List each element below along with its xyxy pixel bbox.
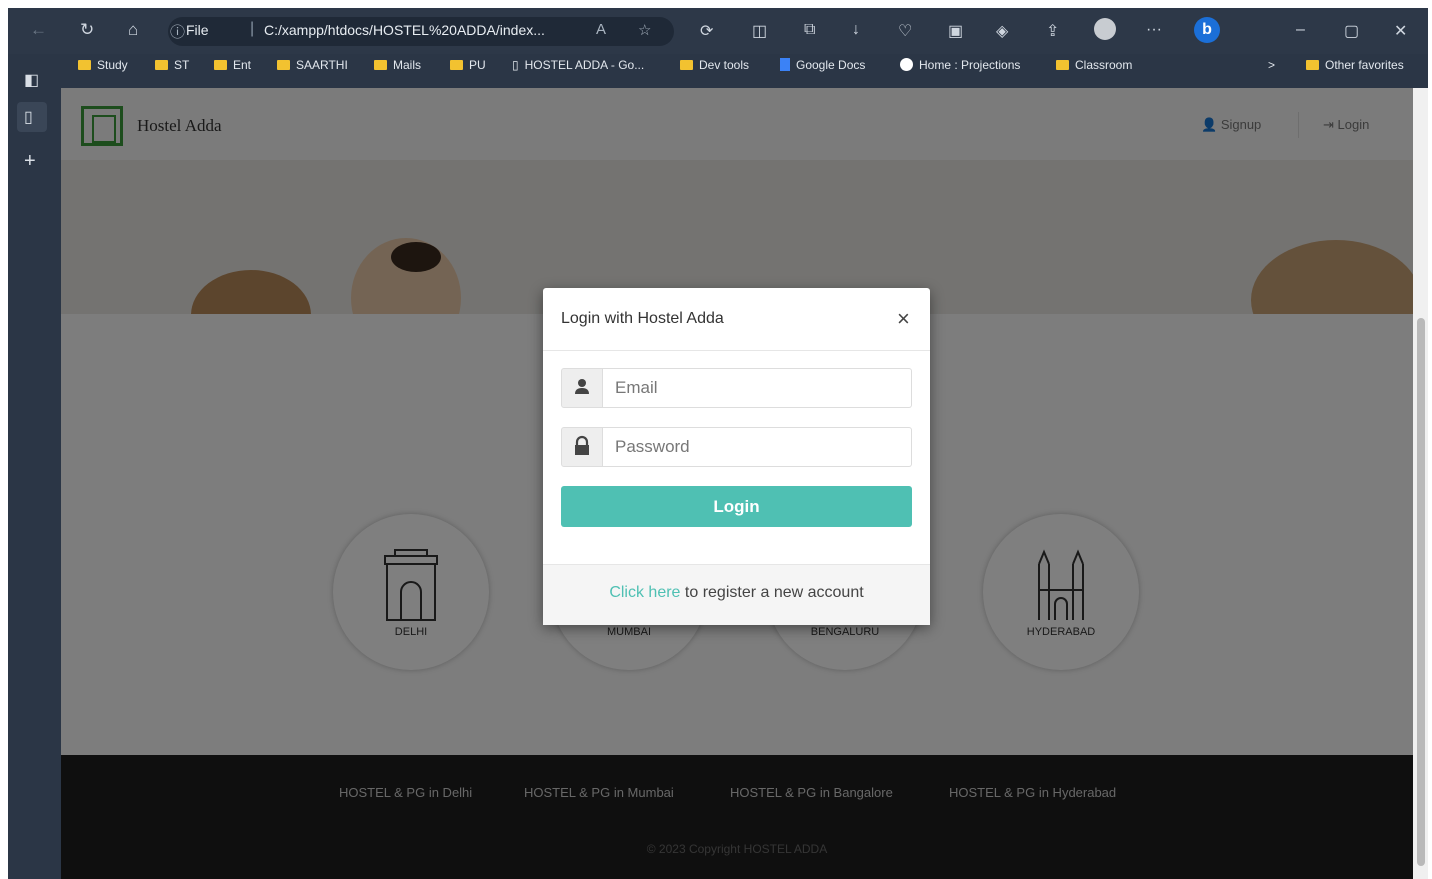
address-separator: | [250, 20, 255, 37]
bookmark-saarthi[interactable]: SAARTHI [277, 58, 348, 72]
info-icon[interactable]: ⓘ [170, 21, 185, 42]
login-modal: Login with Hostel Adda × Login Click her… [543, 288, 930, 625]
share-icon[interactable]: ⇪ [1046, 21, 1059, 41]
page-tab-icon[interactable]: ▯ [24, 107, 33, 127]
bookmark-classroom[interactable]: Classroom [1056, 58, 1132, 72]
bookmark-hostel-adda[interactable]: ▯ HOSTEL ADDA - Go... [512, 58, 644, 72]
folder-icon [1306, 60, 1319, 70]
projections-icon [900, 58, 913, 71]
bookmark-st[interactable]: ST [155, 58, 189, 72]
restore-icon[interactable]: ▢ [1344, 21, 1359, 41]
folder-icon [450, 60, 463, 70]
vertical-tabs-sidebar [8, 54, 60, 879]
address-scheme: File [186, 22, 209, 38]
address-bar[interactable]: ⓘ File | C:/xampp/htdocs/HOSTEL%20ADDA/i… [168, 17, 674, 46]
bookmark-pu[interactable]: PU [450, 58, 486, 72]
more-options-icon[interactable]: ··· [1146, 21, 1162, 39]
favorite-star-icon[interactable]: ☆ [638, 21, 651, 39]
email-input-group [561, 368, 912, 408]
register-prompt: Click here to register a new account [543, 584, 930, 602]
browser-essentials-icon[interactable]: ◈ [996, 21, 1008, 41]
folder-icon [1056, 60, 1069, 70]
bookmark-google-docs[interactable]: Google Docs [780, 58, 865, 72]
lock-icon [561, 427, 603, 467]
page-icon: ▯ [512, 58, 519, 72]
minimize-icon[interactable]: – [1296, 21, 1305, 39]
folder-icon [155, 60, 168, 70]
refresh-icon[interactable]: ↻ [80, 20, 94, 40]
tab-actions-icon[interactable]: ◧ [24, 70, 39, 90]
home-icon[interactable]: ⌂ [128, 20, 138, 40]
bookmark-dev-tools[interactable]: Dev tools [680, 58, 749, 72]
user-icon [561, 368, 603, 408]
password-input-group [561, 427, 912, 467]
bookmark-ent[interactable]: Ent [214, 58, 251, 72]
screenshot-icon[interactable]: ▣ [948, 21, 963, 41]
read-aloud-icon[interactable]: A [596, 21, 606, 38]
modal-footer: Click here to register a new account [543, 564, 930, 625]
register-text: to register a new account [684, 584, 864, 601]
folder-icon [680, 60, 693, 70]
close-icon[interactable]: × [897, 306, 910, 332]
collections-icon[interactable]: ⧉ [804, 21, 815, 39]
back-icon[interactable]: ← [30, 20, 47, 40]
bookmarks-overflow-chevron-icon[interactable]: > [1268, 58, 1275, 72]
modal-header: Login with Hostel Adda × [543, 288, 930, 351]
register-link[interactable]: Click here [609, 584, 680, 601]
scrollbar-thumb[interactable] [1417, 318, 1425, 866]
folder-icon [214, 60, 227, 70]
login-button[interactable]: Login [561, 486, 912, 527]
bookmark-study[interactable]: Study [78, 58, 128, 72]
bing-chat-icon[interactable]: b [1194, 17, 1220, 43]
close-window-icon[interactable]: ✕ [1394, 21, 1407, 41]
bookmark-home-projections[interactable]: Home : Projections [900, 58, 1020, 72]
split-screen-icon[interactable]: ◫ [752, 21, 767, 41]
profile-avatar-icon[interactable] [1094, 18, 1116, 40]
new-tab-icon[interactable]: + [24, 150, 36, 173]
performance-icon[interactable]: ♡ [898, 21, 912, 41]
download-icon[interactable]: ↓ [852, 21, 860, 39]
bookmark-other-favorites[interactable]: Other favorites [1306, 58, 1404, 72]
password-field[interactable] [603, 427, 912, 467]
folder-icon [374, 60, 387, 70]
folder-icon [78, 60, 91, 70]
email-field[interactable] [603, 368, 912, 408]
bookmark-mails[interactable]: Mails [374, 58, 421, 72]
modal-title: Login with Hostel Adda [561, 310, 724, 327]
folder-icon [277, 60, 290, 70]
extension-icon[interactable]: ⟳ [700, 21, 713, 41]
address-url: C:/xampp/htdocs/HOSTEL%20ADDA/index... [264, 22, 545, 38]
google-docs-icon [780, 58, 790, 71]
